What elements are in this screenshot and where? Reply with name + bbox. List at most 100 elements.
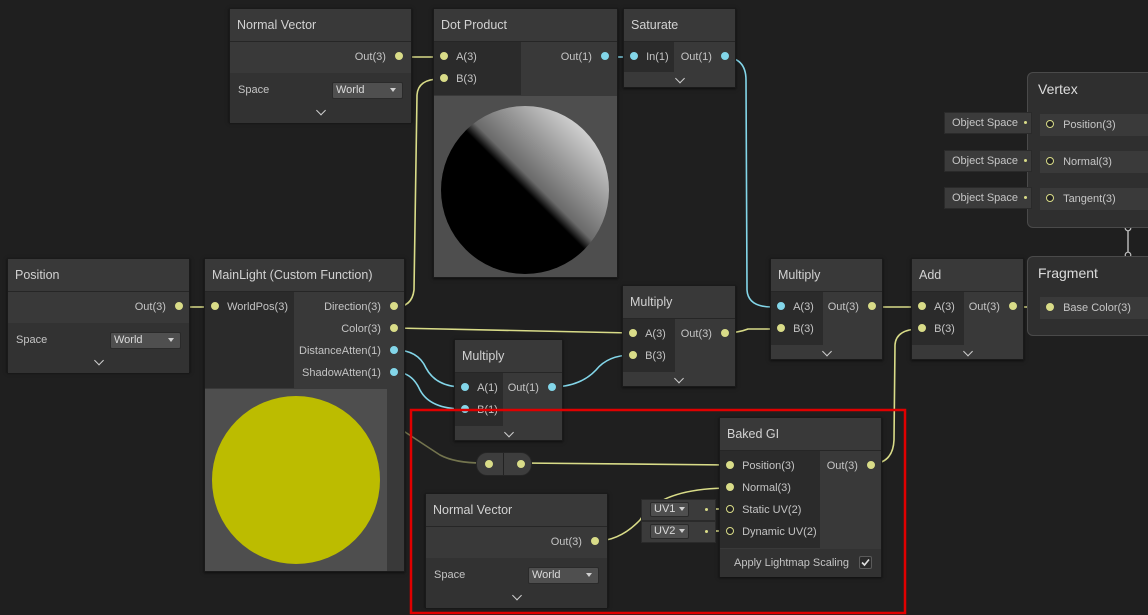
input-b-row[interactable]: B(3) xyxy=(918,318,955,340)
add-node[interactable]: Add A(3) B(3) Out(3) xyxy=(911,258,1024,360)
out-color-row[interactable]: Color(3) xyxy=(341,318,398,340)
out-port-row[interactable]: Out(3) xyxy=(827,455,875,477)
input-a-row[interactable]: A(1) xyxy=(461,377,498,399)
output-port[interactable] xyxy=(867,461,875,470)
normal-vector-node-top[interactable]: Normal Vector Out(3) Space World xyxy=(229,8,412,123)
dot-product-node[interactable]: Dot Product A(3) B(3) Out(1) xyxy=(433,8,618,278)
input-normal-row[interactable]: Normal(3) xyxy=(726,477,791,499)
input-port[interactable] xyxy=(440,74,448,83)
input-position-row[interactable]: Position(3) xyxy=(726,455,795,477)
fragment-slot-base-color[interactable]: Base Color(3) xyxy=(1040,297,1148,319)
uv1-inline-input[interactable]: UV1 xyxy=(641,499,716,521)
apply-lightmap-checkbox[interactable] xyxy=(859,556,872,569)
input-port[interactable] xyxy=(1046,194,1054,203)
input-port[interactable] xyxy=(726,527,734,536)
input-port[interactable] xyxy=(1046,157,1054,166)
vertex-block[interactable]: Vertex Position(3) Normal(3) Tangent(3) xyxy=(1027,72,1148,228)
output-port[interactable] xyxy=(868,302,876,311)
input-b-row[interactable]: B(1) xyxy=(461,399,498,421)
output-port[interactable] xyxy=(1009,302,1017,311)
input-a-row[interactable]: A(3) xyxy=(629,323,666,345)
out-port-row[interactable]: Out(1) xyxy=(561,46,609,68)
output-port[interactable] xyxy=(175,302,183,311)
chevron-down-icon[interactable] xyxy=(821,346,832,357)
output-port[interactable] xyxy=(395,52,403,61)
input-port[interactable] xyxy=(726,461,734,470)
output-port[interactable] xyxy=(591,537,599,546)
input-b-row[interactable]: B(3) xyxy=(629,345,666,367)
baked-gi-node[interactable]: Baked GI Position(3) Normal(3) Static UV… xyxy=(719,417,882,577)
input-port[interactable] xyxy=(629,351,637,360)
input-b-row[interactable]: B(3) xyxy=(777,318,814,340)
input-row[interactable]: In(1) xyxy=(630,46,669,68)
space-dropdown[interactable]: World xyxy=(110,332,181,349)
input-port[interactable] xyxy=(211,302,219,311)
input-b-row[interactable]: B(3) xyxy=(440,68,477,90)
out-port-row[interactable]: Out(1) xyxy=(508,377,556,399)
input-port[interactable] xyxy=(918,324,926,333)
input-port[interactable] xyxy=(1046,303,1054,312)
input-worldpos-row[interactable]: WorldPos(3) xyxy=(211,296,288,318)
input-dynamic-uv-row[interactable]: Dynamic UV(2) xyxy=(726,521,817,543)
output-port[interactable] xyxy=(390,346,398,355)
out-distance-row[interactable]: DistanceAtten(1) xyxy=(299,340,398,362)
input-a-row[interactable]: A(3) xyxy=(777,296,814,318)
object-space-input-normal[interactable]: Object Space xyxy=(944,150,1032,172)
vertex-slot-position[interactable]: Position(3) xyxy=(1040,114,1148,136)
output-port[interactable] xyxy=(390,324,398,333)
reroute-node[interactable] xyxy=(476,452,532,476)
space-dropdown[interactable]: World xyxy=(332,82,403,99)
input-port[interactable] xyxy=(440,52,448,61)
multiply-node-right[interactable]: Multiply A(3) B(3) Out(3) xyxy=(770,258,883,360)
out-direction-row[interactable]: Direction(3) xyxy=(324,296,398,318)
reroute-input-port[interactable] xyxy=(485,460,493,468)
multiply-node-mid[interactable]: Multiply A(3) B(3) Out(3) xyxy=(622,285,736,387)
vertex-slot-normal[interactable]: Normal(3) xyxy=(1040,151,1148,173)
input-port[interactable] xyxy=(461,405,469,414)
vertex-slot-tangent[interactable]: Tangent(3) xyxy=(1040,188,1148,210)
input-port[interactable] xyxy=(726,505,734,514)
output-port[interactable] xyxy=(721,329,729,338)
input-port[interactable] xyxy=(461,383,469,392)
output-port[interactable] xyxy=(390,302,398,311)
out-port-row[interactable]: Out(3) xyxy=(551,531,599,553)
chevron-down-icon[interactable] xyxy=(962,346,973,357)
fragment-block[interactable]: Fragment Base Color(3) xyxy=(1027,256,1148,336)
out-port-row[interactable]: Out(1) xyxy=(681,46,729,68)
chevron-down-icon[interactable] xyxy=(503,427,514,438)
input-port[interactable] xyxy=(726,483,734,492)
output-port[interactable] xyxy=(721,52,729,61)
out-port-row[interactable]: Out(3) xyxy=(969,296,1017,318)
output-port[interactable] xyxy=(601,52,609,61)
out-port-row[interactable]: Out(3) xyxy=(135,296,183,318)
position-node[interactable]: Position Out(3) Space World xyxy=(7,258,190,373)
input-a-row[interactable]: A(3) xyxy=(918,296,955,318)
input-a-row[interactable]: A(3) xyxy=(440,46,477,68)
input-port[interactable] xyxy=(777,324,785,333)
uv1-dropdown[interactable]: UV1 xyxy=(650,502,689,517)
multiply-node-small[interactable]: Multiply A(1) B(1) Out(1) xyxy=(454,339,563,441)
out-shadow-row[interactable]: ShadowAtten(1) xyxy=(302,362,398,384)
out-port-row[interactable]: Out(3) xyxy=(355,46,403,68)
main-light-node[interactable]: MainLight (Custom Function) WorldPos(3) … xyxy=(204,258,405,572)
normal-vector-node-bottom[interactable]: Normal Vector Out(3) Space World xyxy=(425,493,608,608)
uv2-dropdown[interactable]: UV2 xyxy=(650,524,689,539)
input-port[interactable] xyxy=(777,302,785,311)
uv2-inline-input[interactable]: UV2 xyxy=(641,521,716,543)
out-port-row[interactable]: Out(3) xyxy=(681,323,729,345)
output-port[interactable] xyxy=(548,383,556,392)
input-static-uv-row[interactable]: Static UV(2) xyxy=(726,499,801,521)
out-port-row[interactable]: Out(3) xyxy=(828,296,876,318)
object-space-input-tangent[interactable]: Object Space xyxy=(944,187,1032,209)
space-dropdown[interactable]: World xyxy=(528,567,599,584)
object-space-input-position[interactable]: Object Space xyxy=(944,112,1032,134)
input-port[interactable] xyxy=(918,302,926,311)
saturate-node[interactable]: Saturate In(1) Out(1) xyxy=(623,8,736,88)
output-port[interactable] xyxy=(390,368,398,377)
input-port[interactable] xyxy=(1046,120,1054,129)
chevron-down-icon[interactable] xyxy=(674,373,684,384)
input-port[interactable] xyxy=(630,52,638,61)
reroute-output-port[interactable] xyxy=(517,460,525,468)
chevron-down-icon[interactable] xyxy=(674,73,685,84)
input-port[interactable] xyxy=(629,329,637,338)
